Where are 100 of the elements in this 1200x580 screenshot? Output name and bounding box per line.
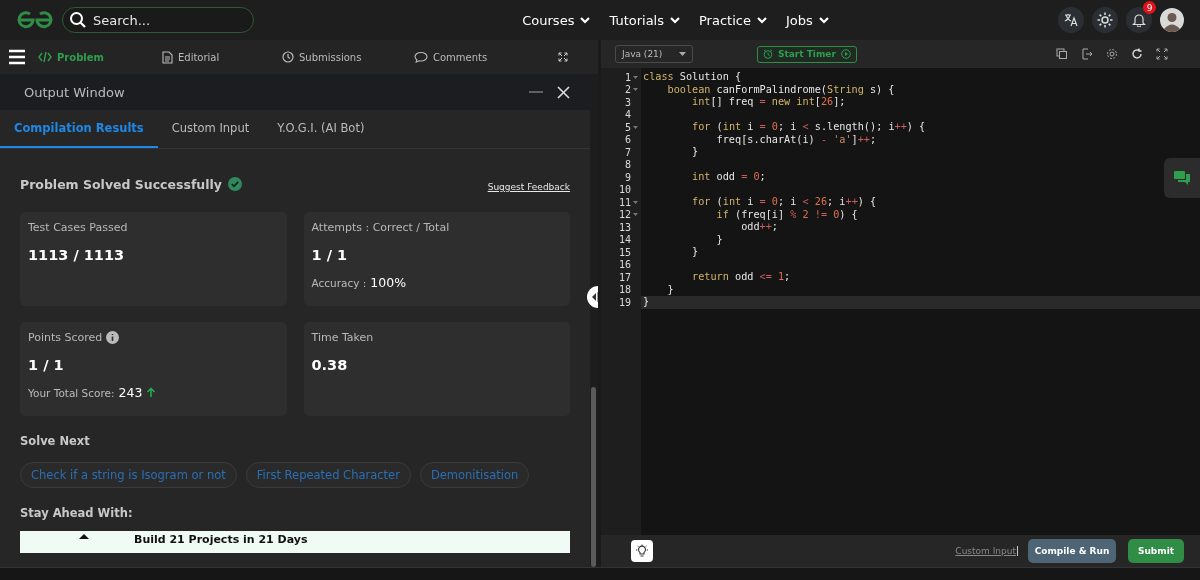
line-number: 2 (624, 84, 631, 96)
line-number: 13 (618, 221, 631, 233)
minimize-button[interactable] (529, 90, 543, 94)
line-number: 14 (618, 234, 631, 246)
close-button[interactable] (557, 85, 570, 99)
export-icon[interactable] (1081, 48, 1093, 60)
line-number: 4 (624, 109, 631, 121)
section-heading: Stay Ahead With: (20, 506, 134, 520)
clock-icon (282, 51, 294, 63)
stat-value: 1 / 1 (28, 357, 65, 373)
menu-icon (8, 49, 26, 65)
line-number: 18 (618, 284, 631, 296)
output-tab[interactable]: Y.O.G.I. (AI Bot) (263, 110, 379, 148)
lightbulb-icon (635, 544, 649, 558)
output-tab[interactable]: Custom Input (157, 110, 264, 148)
settings-icon[interactable] (1106, 48, 1118, 60)
line-number: 5 (624, 121, 631, 133)
code-line: for (int i = 0; i < 26; i++) { (691, 196, 877, 207)
fold-icon[interactable] (632, 213, 638, 217)
status-message: Problem Solved Successfully (20, 176, 222, 192)
problem-tab[interactable]: Editorial (162, 50, 282, 64)
copy-icon[interactable] (1056, 48, 1068, 60)
code-line: } (666, 283, 674, 295)
line-number: 7 (624, 146, 631, 158)
code-line: } (643, 296, 650, 307)
search-field[interactable]: Search... (62, 7, 254, 33)
output-tab[interactable]: Compilation Results (0, 110, 158, 148)
custom-input-link[interactable]: Custom Input (955, 546, 1018, 556)
search-icon (69, 11, 87, 29)
start-timer-button[interactable]: Start Timer (757, 45, 857, 63)
stat-label: Time Taken (311, 331, 374, 344)
problem-tab[interactable]: Submissions (282, 51, 414, 63)
feedback-link[interactable]: Suggest Feedback (487, 182, 570, 192)
detail-label: Accuracy : (311, 276, 367, 289)
scrollbar[interactable] (591, 387, 596, 567)
close-icon (557, 85, 570, 99)
expand-icon (558, 52, 568, 62)
hint-button[interactable] (631, 540, 653, 562)
fold-icon[interactable] (632, 200, 638, 204)
document-icon (162, 50, 173, 64)
window-title: Output Window (24, 84, 125, 100)
code-line: } (691, 246, 699, 257)
nav-menu[interactable]: Jobs (785, 12, 830, 28)
menu-button[interactable] (8, 49, 26, 65)
language-dropdown[interactable]: Java (21) (615, 45, 693, 63)
detail-value: 100% (370, 275, 407, 290)
play-circle-icon (840, 49, 851, 59)
notification-count: 9 (1143, 1, 1156, 14)
chat-bubbles-icon (1174, 171, 1190, 185)
line-number: 19 (618, 296, 631, 308)
line-number: 9 (624, 171, 631, 183)
chevron-down-icon (579, 15, 592, 25)
code-line: boolean canFormPalindrome(String s) { (666, 83, 895, 95)
code-line: freq[s.charAt(i) - 'a']++; (715, 133, 877, 145)
check-circle-icon (227, 177, 242, 191)
chevron-down-icon (755, 15, 768, 25)
line-number: 8 (624, 159, 631, 171)
fold-icon[interactable] (632, 75, 638, 79)
line-number: 16 (618, 259, 631, 271)
translate-button[interactable] (1058, 7, 1084, 33)
line-number: 3 (624, 96, 631, 108)
stat-label: Test Cases Passed (28, 221, 128, 234)
avatar[interactable] (1160, 8, 1184, 32)
submit-button[interactable]: Submit (1128, 539, 1184, 563)
chat-icon (414, 51, 428, 63)
problem-tab[interactable]: Comments (414, 51, 544, 63)
nav-menu[interactable]: Courses (522, 12, 592, 28)
fold-icon[interactable] (632, 88, 638, 92)
bell-icon (1132, 13, 1146, 27)
theme-button[interactable] (1092, 7, 1118, 33)
minimize-icon (529, 90, 543, 94)
fullscreen-button[interactable] (558, 52, 568, 62)
stat-label: Points Scored (28, 331, 103, 344)
section-heading: Solve Next (20, 434, 91, 448)
line-number: 1 (624, 71, 631, 83)
nav-menu[interactable]: Tutorials (609, 12, 681, 28)
code-line: odd++; (740, 221, 778, 232)
line-number: 15 (618, 246, 631, 258)
chevron-down-icon (817, 15, 830, 25)
sun-icon (1097, 12, 1113, 28)
detail-label: Your Total Score: (28, 386, 115, 399)
stat-label: Attempts : Correct / Total (311, 221, 450, 234)
problem-tab[interactable]: Problem (38, 51, 162, 63)
promo-banner[interactable]: Build 21 Projects in 21 Days (20, 531, 570, 553)
expand-icon[interactable] (1156, 48, 1168, 60)
chat-button[interactable] (1164, 158, 1200, 198)
stat-value: 1 / 1 (311, 247, 349, 263)
chevron-down-icon (669, 15, 681, 25)
code-line: } (715, 233, 723, 245)
detail-value: 243 (118, 385, 143, 400)
code-line: } (691, 146, 699, 157)
line-number: 11 (618, 196, 631, 208)
code-line: if (freq[i] % 2 != 0) { (715, 208, 858, 220)
code-icon (38, 51, 52, 63)
refresh-icon[interactable] (1131, 48, 1143, 60)
stat-value: 0.38 (311, 357, 349, 373)
nav-menu[interactable]: Practice (699, 12, 768, 28)
fold-icon[interactable] (632, 125, 638, 129)
logo-icon (16, 9, 54, 31)
compile-run-button[interactable]: Compile & Run (1028, 539, 1116, 563)
